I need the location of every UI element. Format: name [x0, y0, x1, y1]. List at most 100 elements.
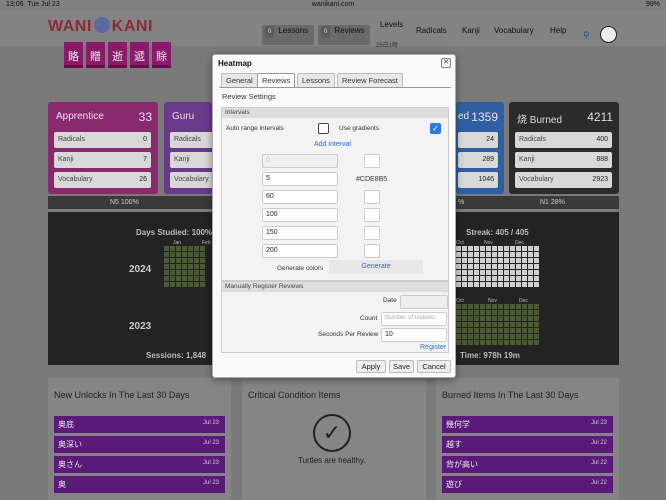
- heatmap-cell[interactable]: [170, 276, 175, 281]
- heatmap-cell[interactable]: [468, 322, 473, 327]
- srs-row-vocab[interactable]: 1046: [458, 172, 498, 188]
- kanji-tile[interactable]: 遞: [130, 42, 149, 68]
- srs-row-vocab[interactable]: Vocabulary: [170, 172, 214, 188]
- heatmap-cell[interactable]: [516, 258, 521, 263]
- heatmap-cell[interactable]: [474, 246, 479, 251]
- list-item[interactable]: 奥 Jul 23: [54, 476, 225, 493]
- heatmap-cell[interactable]: [462, 252, 467, 257]
- heatmap-cell[interactable]: [194, 246, 199, 251]
- heatmap-cell[interactable]: [486, 264, 491, 269]
- heatmap-grid-2024-right[interactable]: [456, 246, 539, 287]
- heatmap-cell[interactable]: [498, 276, 503, 281]
- heatmap-cell[interactable]: [474, 282, 479, 287]
- heatmap-cell[interactable]: [462, 264, 467, 269]
- heatmap-cell[interactable]: [534, 258, 539, 263]
- heatmap-cell[interactable]: [194, 258, 199, 263]
- heatmap-cell[interactable]: [456, 264, 461, 269]
- heatmap-cell[interactable]: [534, 264, 539, 269]
- heatmap-cell[interactable]: [516, 340, 521, 345]
- heatmap-cell[interactable]: [194, 276, 199, 281]
- heatmap-cell[interactable]: [516, 270, 521, 275]
- heatmap-cell[interactable]: [480, 334, 485, 339]
- heatmap-cell[interactable]: [522, 334, 527, 339]
- heatmap-cell[interactable]: [510, 282, 515, 287]
- heatmap-cell[interactable]: [504, 304, 509, 309]
- heatmap-cell[interactable]: [510, 334, 515, 339]
- apply-button[interactable]: Apply: [356, 360, 386, 373]
- close-icon[interactable]: ✕: [441, 58, 451, 68]
- list-item[interactable]: 背が高い Jul 22: [442, 456, 613, 473]
- heatmap-cell[interactable]: [486, 270, 491, 275]
- heatmap-cell[interactable]: [200, 258, 205, 263]
- heatmap-cell[interactable]: [164, 270, 169, 275]
- heatmap-cell[interactable]: [522, 252, 527, 257]
- heatmap-cell[interactable]: [534, 304, 539, 309]
- heatmap-cell[interactable]: [486, 258, 491, 263]
- heatmap-cell[interactable]: [462, 334, 467, 339]
- heatmap-cell[interactable]: [492, 252, 497, 257]
- heatmap-cell[interactable]: [492, 246, 497, 251]
- cancel-button[interactable]: Cancel: [417, 360, 451, 373]
- heatmap-cell[interactable]: [176, 270, 181, 275]
- heatmap-cell[interactable]: [456, 322, 461, 327]
- heatmap-cell[interactable]: [498, 264, 503, 269]
- heatmap-cell[interactable]: [456, 328, 461, 333]
- heatmap-cell[interactable]: [182, 282, 187, 287]
- heatmap-cell[interactable]: [486, 304, 491, 309]
- kanji-tile[interactable]: 贈: [86, 42, 105, 68]
- srs-card-guru[interactable]: Guru Radicals Kanji Vocabulary: [164, 102, 214, 194]
- heatmap-cell[interactable]: [170, 264, 175, 269]
- heatmap-cell[interactable]: [528, 246, 533, 251]
- heatmap-cell[interactable]: [462, 258, 467, 263]
- nav-radicals[interactable]: Radicals: [416, 26, 447, 35]
- color-swatch[interactable]: [364, 154, 380, 168]
- heatmap-cell[interactable]: [480, 316, 485, 321]
- heatmap-cell[interactable]: [510, 322, 515, 327]
- heatmap-cell[interactable]: [504, 276, 509, 281]
- heatmap-cell[interactable]: [528, 264, 533, 269]
- heatmap-cell[interactable]: [462, 304, 467, 309]
- kanji-tile[interactable]: 逝: [108, 42, 127, 68]
- heatmap-cell[interactable]: [498, 246, 503, 251]
- heatmap-cell[interactable]: [486, 340, 491, 345]
- heatmap-cell[interactable]: [510, 304, 515, 309]
- heatmap-cell[interactable]: [468, 316, 473, 321]
- heatmap-cell[interactable]: [474, 328, 479, 333]
- interval-input[interactable]: 100: [262, 208, 338, 222]
- heatmap-cell[interactable]: [480, 252, 485, 257]
- heatmap-cell[interactable]: [498, 334, 503, 339]
- heatmap-cell[interactable]: [170, 270, 175, 275]
- heatmap-cell[interactable]: [456, 246, 461, 251]
- date-input[interactable]: [400, 295, 448, 309]
- srs-row-radicals[interactable]: Radicals 0: [54, 132, 151, 148]
- heatmap-cell[interactable]: [534, 328, 539, 333]
- color-swatch[interactable]: [364, 190, 380, 204]
- heatmap-cell[interactable]: [534, 246, 539, 251]
- avatar[interactable]: [600, 26, 617, 43]
- heatmap-cell[interactable]: [504, 328, 509, 333]
- heatmap-cell[interactable]: [468, 246, 473, 251]
- add-interval-link[interactable]: Add interval: [314, 141, 351, 148]
- heatmap-cell[interactable]: [170, 258, 175, 263]
- heatmap-cell[interactable]: [522, 276, 527, 281]
- heatmap-cell[interactable]: [522, 258, 527, 263]
- heatmap-cell[interactable]: [164, 276, 169, 281]
- heatmap-cell[interactable]: [474, 340, 479, 345]
- heatmap-cell[interactable]: [492, 310, 497, 315]
- register-link[interactable]: Register: [420, 344, 446, 351]
- heatmap-cell[interactable]: [498, 304, 503, 309]
- heatmap-cell[interactable]: [510, 246, 515, 251]
- heatmap-cell[interactable]: [522, 328, 527, 333]
- heatmap-cell[interactable]: [498, 252, 503, 257]
- heatmap-cell[interactable]: [504, 322, 509, 327]
- heatmap-cell[interactable]: [462, 246, 467, 251]
- heatmap-cell[interactable]: [498, 258, 503, 263]
- color-swatch[interactable]: [364, 208, 380, 222]
- heatmap-cell[interactable]: [510, 258, 515, 263]
- heatmap-cell[interactable]: [504, 316, 509, 321]
- heatmap-cell[interactable]: [516, 264, 521, 269]
- heatmap-cell[interactable]: [468, 310, 473, 315]
- gradient-color-value[interactable]: #CDE8B5: [356, 176, 387, 183]
- use-gradients-checkbox[interactable]: ✓: [430, 123, 441, 134]
- heatmap-cell[interactable]: [474, 264, 479, 269]
